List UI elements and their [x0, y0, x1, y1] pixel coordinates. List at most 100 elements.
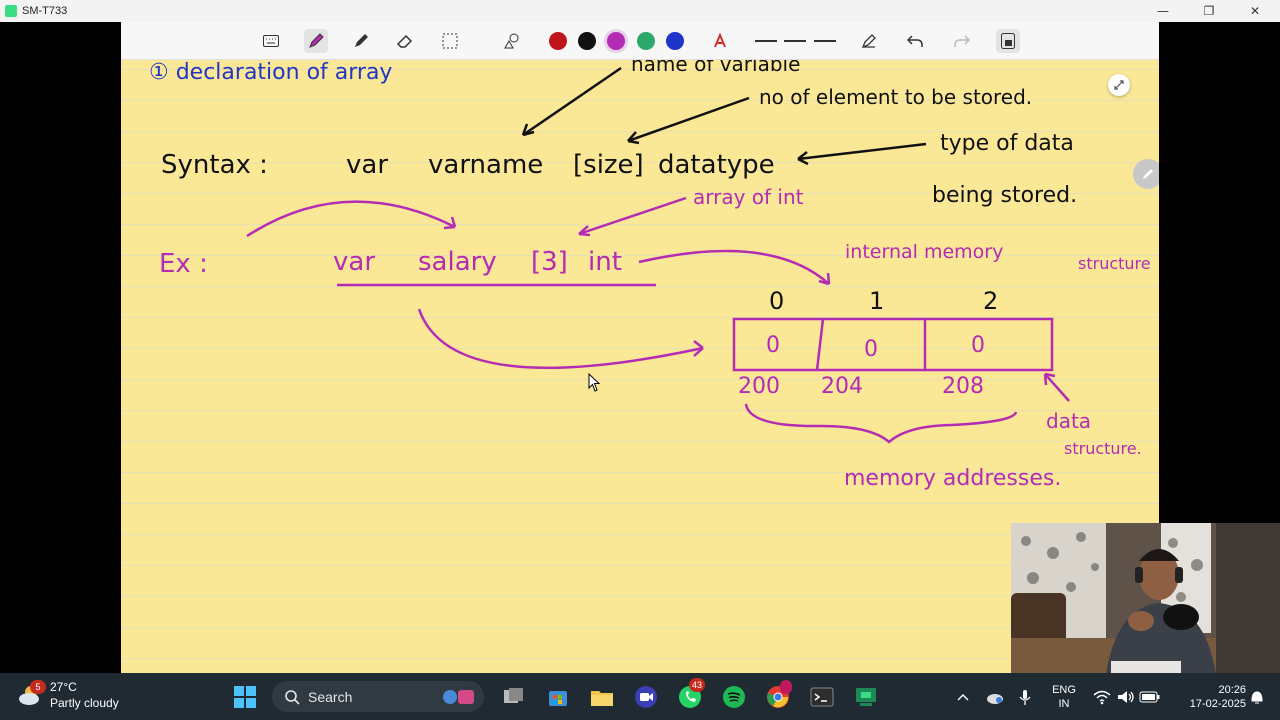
arrow-to-varname [522, 66, 622, 137]
cloud-sync-icon[interactable] [982, 684, 1008, 710]
weather-temperature: 27°C [50, 680, 77, 694]
close-button[interactable]: ✕ [1232, 0, 1278, 22]
weather-text: 27°C Partly cloudy [50, 679, 119, 711]
syntax-size: [size] [573, 150, 644, 180]
memory-box [732, 317, 1054, 372]
text-recognition-icon[interactable] [708, 29, 732, 53]
eraser-icon[interactable] [393, 29, 417, 53]
chrome-icon[interactable] [765, 680, 792, 710]
syntax-label: Syntax : [161, 150, 268, 180]
arrow-data-structure [1044, 373, 1070, 402]
example-var: var [333, 247, 375, 277]
memory-divider-1 [815, 318, 825, 371]
volume-icon[interactable] [1113, 684, 1139, 710]
address-200: 200 [738, 374, 780, 399]
android-mirror-icon[interactable] [853, 684, 879, 710]
search-label: Search [308, 688, 353, 705]
cell-2: 0 [971, 333, 985, 358]
windows-taskbar: 5 27°C Partly cloudy Search 43 ENG IN 20… [0, 673, 1280, 720]
shapes-icon[interactable] [500, 29, 524, 53]
spotify-icon[interactable] [721, 684, 747, 710]
search-highlight-icon [443, 689, 474, 704]
left-letterbox [0, 22, 121, 673]
index-2: 2 [983, 287, 998, 315]
maximize-button[interactable]: ❐ [1186, 0, 1232, 22]
start-button[interactable] [232, 684, 258, 710]
note-page[interactable]: ① declaration of array name of variable … [121, 22, 1159, 673]
color-black-swatch[interactable] [578, 32, 596, 50]
language-code: ENG [1052, 684, 1076, 696]
window-title: SM-T733 [22, 5, 68, 17]
microsoft-store-icon[interactable] [545, 684, 571, 710]
task-view-icon[interactable] [501, 684, 527, 710]
clock-date: 17-02-2025 [1189, 698, 1246, 710]
video-call-icon[interactable] [633, 684, 659, 710]
syntax-var: var [346, 150, 388, 180]
page-icon[interactable] [996, 29, 1020, 53]
example-label: Ex : [159, 249, 208, 279]
chrome-profile-badge [780, 680, 792, 694]
partly-cloudy-icon: 5 [18, 680, 46, 708]
pen-icon[interactable] [304, 29, 328, 53]
weather-badge: 5 [30, 680, 46, 694]
undo-icon[interactable] [903, 29, 927, 53]
keyboard-icon[interactable] [259, 29, 283, 53]
redo-icon[interactable] [950, 29, 974, 53]
highlighter-icon[interactable] [349, 29, 373, 53]
line-style-2[interactable] [784, 40, 806, 42]
example-salary: salary [418, 247, 497, 277]
collapse-icon[interactable] [1108, 74, 1130, 96]
color-green-swatch[interactable] [637, 32, 655, 50]
annotation-array-of-int: array of int [693, 185, 804, 209]
notifications-icon[interactable] [1244, 684, 1270, 710]
edit-pen-icon[interactable] [857, 29, 881, 53]
arc-to-memory [638, 249, 830, 285]
example-size: [3] [531, 247, 568, 277]
cell-1: 0 [864, 337, 878, 362]
whatsapp-icon[interactable]: 43 [677, 678, 706, 710]
weather-widget[interactable]: 5 27°C Partly cloudy [18, 679, 119, 711]
curly-brace [744, 403, 1018, 444]
mouse-cursor-icon [588, 373, 601, 392]
heading-text: ① declaration of array [149, 60, 392, 85]
notes-toolbar [121, 22, 1159, 60]
line-style-3[interactable] [814, 40, 836, 42]
clock[interactable]: 20:26 17-02-2025 [1168, 683, 1246, 711]
terminal-icon[interactable] [809, 684, 835, 710]
region-code: IN [1058, 698, 1070, 710]
battery-icon[interactable] [1137, 684, 1163, 710]
color-purple-swatch[interactable] [607, 32, 625, 50]
language-indicator[interactable]: ENG IN [1046, 683, 1082, 711]
index-1: 1 [869, 287, 884, 315]
address-204: 204 [821, 374, 863, 399]
annotation-number-of-elements: no of element to be stored. [759, 85, 1032, 109]
taskbar-search[interactable]: Search [272, 681, 484, 712]
webcam-video [1011, 523, 1280, 675]
line-style-1[interactable] [755, 40, 777, 42]
app-icon [5, 5, 17, 17]
color-blue-swatch[interactable] [666, 32, 684, 50]
cell-0: 0 [766, 333, 780, 358]
arrow-to-size [627, 96, 750, 143]
internal-memory-label: internal memory [845, 241, 1003, 263]
wifi-icon[interactable] [1089, 684, 1115, 710]
show-hidden-icons-icon[interactable] [950, 684, 976, 710]
lasso-select-icon[interactable] [438, 29, 462, 53]
file-explorer-icon[interactable] [589, 684, 615, 710]
arrow-to-datatype [797, 142, 927, 161]
arc-example-arrow [246, 200, 456, 238]
microphone-icon[interactable] [1012, 684, 1038, 710]
index-0: 0 [769, 287, 784, 315]
title-bar: SM-T733 — ❐ ✕ [0, 0, 1280, 22]
search-icon [285, 689, 300, 705]
floating-pen-icon[interactable] [1133, 159, 1159, 189]
address-208: 208 [942, 374, 984, 399]
arrow-to-size-example [578, 196, 687, 236]
annotation-type-of-data: type of data [940, 131, 1074, 156]
color-red-swatch[interactable] [549, 32, 567, 50]
minimize-button[interactable]: — [1140, 0, 1186, 22]
webcam-scene [1011, 523, 1280, 675]
handwriting-canvas[interactable]: ① declaration of array name of variable … [121, 22, 1159, 673]
memory-addresses-label: memory addresses. [844, 466, 1061, 491]
syntax-datatype: datatype [658, 150, 775, 180]
